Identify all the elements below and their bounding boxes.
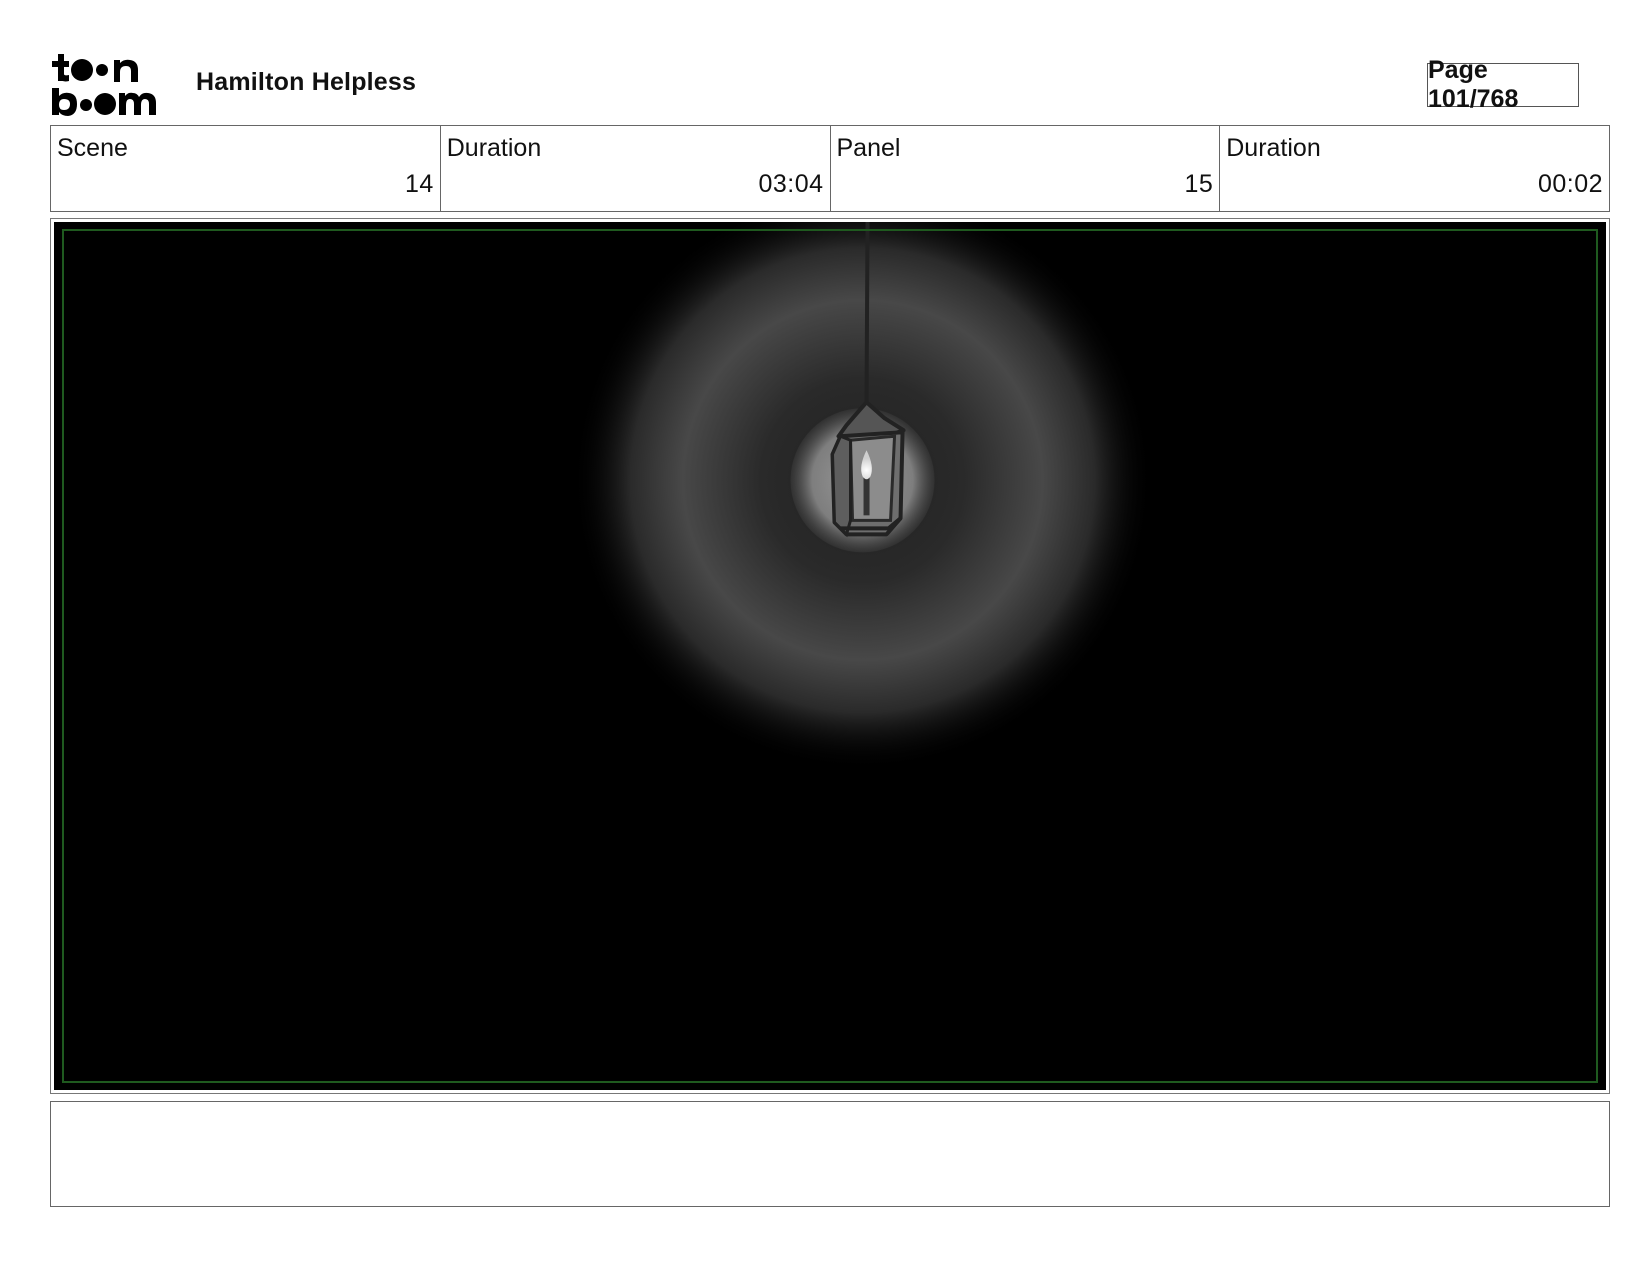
panel-duration-value: 00:02 [1537,170,1603,198]
scene-duration-value: 03:04 [758,170,824,198]
panel-duration-label: Duration [1226,134,1321,162]
toonboom-logo [52,52,170,118]
scene-duration-label: Duration [446,134,542,162]
panel-drawing [54,222,1606,1090]
scene-duration-cell: Duration 03:04 [441,126,831,211]
panel-cell: Panel 15 [831,126,1221,211]
candle [863,477,870,516]
scene-cell: Scene 14 [51,126,441,211]
lantern-cord [864,222,870,405]
storyboard-panel [50,218,1610,1094]
page-indicator: Page 101/768 [1427,56,1579,113]
document-title: Hamilton Helpless [196,68,417,96]
panel-duration-cell: Duration 00:02 [1220,126,1609,211]
scene-number: 14 [404,170,434,198]
scene-info-row: Scene 14 Duration 03:04 Panel 15 Duratio… [50,125,1610,212]
panel-number: 15 [1184,170,1214,198]
panel-notes [50,1101,1610,1207]
scene-label: Scene [57,134,128,162]
panel-label: Panel [836,134,901,162]
